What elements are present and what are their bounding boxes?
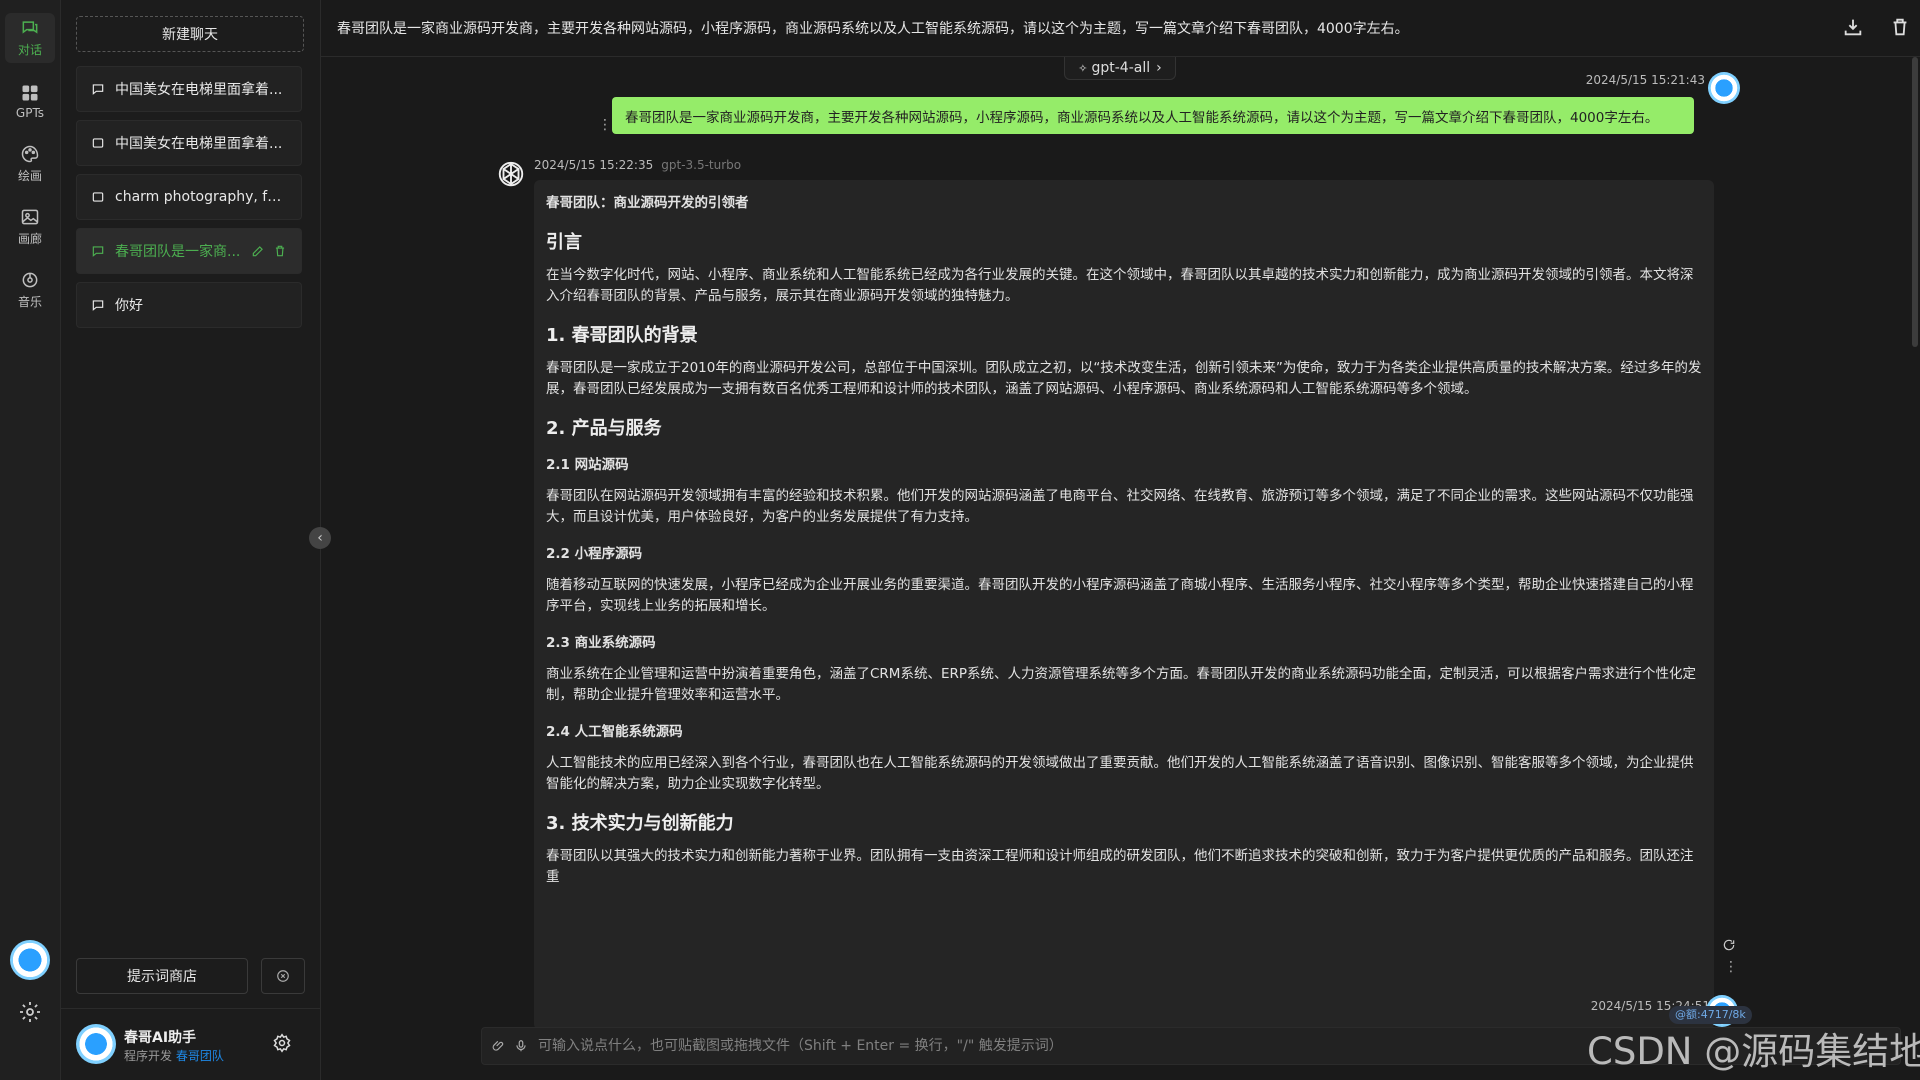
chat-bubble-icon xyxy=(92,246,104,257)
new-chat-button[interactable]: 新建聊天 xyxy=(76,16,304,52)
subsection-heading: 2.3 商业系统源码 xyxy=(546,635,656,651)
top-bar: 春哥团队是一家商业源码开发商，主要开发各种网站源码，小程序源码，商业源码系统以及… xyxy=(321,0,1920,57)
rail-bottom xyxy=(0,940,60,1080)
chat-bubble-icon xyxy=(92,84,104,95)
chat-title: 你好 xyxy=(115,298,143,314)
ai-message-meta: 2024/5/15 15:22:35 gpt-3.5-turbo xyxy=(534,158,741,172)
subsection-heading: 2.2 小程序源码 xyxy=(546,546,643,562)
scrollbar[interactable] xyxy=(1912,57,1918,347)
section-heading: 1. 春哥团队的背景 xyxy=(546,325,698,346)
settings-gear-icon[interactable] xyxy=(272,1033,292,1053)
ai-message-bubble: 春哥团队：商业源码开发的引领者 引言 在当今数字化时代，网站、小程序、商业系统和… xyxy=(534,180,1714,1030)
paragraph: 商业系统在企业管理和运营中扮演着重要角色，涵盖了CRM系统、ERP系统、人力资源… xyxy=(546,666,1697,703)
image-chat-icon xyxy=(92,138,104,148)
section-heading: 2. 产品与服务 xyxy=(546,418,662,439)
rail-item-chat[interactable]: 对话 xyxy=(5,13,55,63)
rail-item-draw[interactable]: 绘画 xyxy=(5,139,55,189)
conversation-area: ✧ gpt-4-all › 2024/5/15 15:21:43 ⋮ 春哥团队是… xyxy=(321,57,1920,1080)
divider xyxy=(61,1008,320,1009)
rail-item-label: 音乐 xyxy=(17,295,42,309)
avatar xyxy=(76,1024,116,1064)
subsection-heading: 2.1 网站源码 xyxy=(546,457,629,473)
user-message-bubble: 春哥团队是一家商业源码开发商，主要开发各种网站源码，小程序源码，商业源码系统以及… xyxy=(612,97,1694,134)
edit-icon[interactable] xyxy=(251,244,265,258)
chat-icon xyxy=(22,21,38,34)
rail-item-music[interactable]: 音乐 xyxy=(5,265,55,315)
message-model: gpt-3.5-turbo xyxy=(661,158,742,172)
section-heading: 引言 xyxy=(546,232,582,253)
paperclip-icon[interactable] xyxy=(492,1039,506,1053)
chat-bubble-icon xyxy=(92,300,104,311)
chat-list-item[interactable]: 你好 xyxy=(76,282,302,328)
gear-icon[interactable] xyxy=(18,1000,42,1024)
rail-item-label: 对话 xyxy=(17,43,42,57)
music-icon xyxy=(22,272,38,288)
message-timestamp: 2024/5/15 15:22:35 xyxy=(534,158,654,172)
paragraph: 人工智能技术的应用已经深入到各个行业，春哥团队也在人工智能系统源码的开发领域做出… xyxy=(546,755,1694,792)
rail-item-gallery[interactable]: 画廊 xyxy=(5,202,55,252)
download-icon[interactable] xyxy=(1842,16,1864,38)
paragraph: 随着移动互联网的快速发展，小程序已经成为企业开展业务的重要渠道。春哥团队开发的小… xyxy=(546,577,1694,614)
user-subtitle-prefix: 程序开发 xyxy=(124,1049,173,1063)
palette-icon xyxy=(21,145,39,163)
rail-item-label: 画廊 xyxy=(17,232,42,246)
user-subtitle: 程序开发 春哥团队 xyxy=(124,1047,224,1064)
conversation-title: 春哥团队是一家商业源码开发商，主要开发各种网站源码，小程序源码，商业源码系统以及… xyxy=(337,21,1409,37)
openai-logo-icon xyxy=(498,161,524,187)
rail-item-gpts[interactable]: GPTs xyxy=(5,76,55,126)
chat-title: 春哥团队是一家商... xyxy=(115,244,241,260)
watermark: CSDN @源码集结地 xyxy=(1587,1030,1920,1073)
clear-button[interactable] xyxy=(261,958,305,994)
model-name: gpt-4-all xyxy=(1091,60,1151,76)
team-link[interactable]: 春哥团队 xyxy=(176,1049,224,1063)
icon-rail: 对话 GPTs 绘画 画廊 音乐 xyxy=(0,0,61,1080)
trash-icon[interactable] xyxy=(1889,16,1911,38)
paragraph: 春哥团队以其强大的技术实力和创新能力著称于业界。团队拥有一支由资深工程师和设计师… xyxy=(546,848,1694,885)
rail-item-label: 绘画 xyxy=(17,169,42,183)
trash-icon[interactable] xyxy=(273,244,287,258)
rail-item-label: GPTs xyxy=(15,105,45,120)
user-name: 春哥AI助手 xyxy=(124,1030,197,1046)
image-icon xyxy=(21,209,39,225)
more-vertical-icon[interactable]: ⋮ xyxy=(1724,959,1738,975)
chat-title: 中国美女在电梯里面拿着... xyxy=(115,82,283,98)
paragraph: 春哥团队在网站源码开发领域拥有丰富的经验和技术积累。他们开发的网站源码涵盖了电商… xyxy=(546,488,1694,525)
paragraph: 春哥团队是一家成立于2010年的商业源码开发公司，总部位于中国深圳。团队成立之初… xyxy=(546,360,1702,397)
chat-title: charm photography, full... xyxy=(115,189,287,205)
microphone-icon[interactable] xyxy=(514,1039,528,1053)
subsection-heading: 2.4 人工智能系统源码 xyxy=(546,724,683,740)
more-vertical-icon[interactable]: ⋮ xyxy=(598,117,612,133)
chevron-right-icon: › xyxy=(1156,60,1162,76)
user-avatar xyxy=(1708,72,1740,104)
refresh-icon[interactable] xyxy=(1722,938,1736,952)
grid-icon xyxy=(22,85,38,100)
chat-title: 中国美女在电梯里面拿着... xyxy=(115,136,283,152)
conversation-sidebar: 新建聊天 中国美女在电梯里面拿着... 中国美女在电梯里面拿着... charm… xyxy=(61,0,321,1080)
paragraph: 在当今数字化时代，网站、小程序、商业系统和人工智能系统已经成为各行业发展的关键。… xyxy=(546,267,1694,304)
section-heading: 3. 技术实力与创新能力 xyxy=(546,813,734,834)
app-logo xyxy=(10,940,50,980)
article-title: 春哥团队：商业源码开发的引领者 xyxy=(546,195,749,211)
prompt-store-button[interactable]: 提示词商店 xyxy=(76,958,248,994)
model-selector[interactable]: ✧ gpt-4-all › xyxy=(1064,57,1176,80)
chat-list-item[interactable]: 中国美女在电梯里面拿着... xyxy=(76,120,302,166)
clear-icon xyxy=(277,970,289,982)
chat-list-item[interactable]: 中国美女在电梯里面拿着... xyxy=(76,66,302,112)
chat-list-item-active[interactable]: 春哥团队是一家商... xyxy=(76,228,302,274)
message-timestamp: 2024/5/15 15:21:43 xyxy=(1585,73,1705,87)
sparkle-icon: ✧ xyxy=(1078,61,1088,75)
chat-list-item[interactable]: charm photography, full... xyxy=(76,174,302,220)
image-chat-icon xyxy=(92,192,104,202)
